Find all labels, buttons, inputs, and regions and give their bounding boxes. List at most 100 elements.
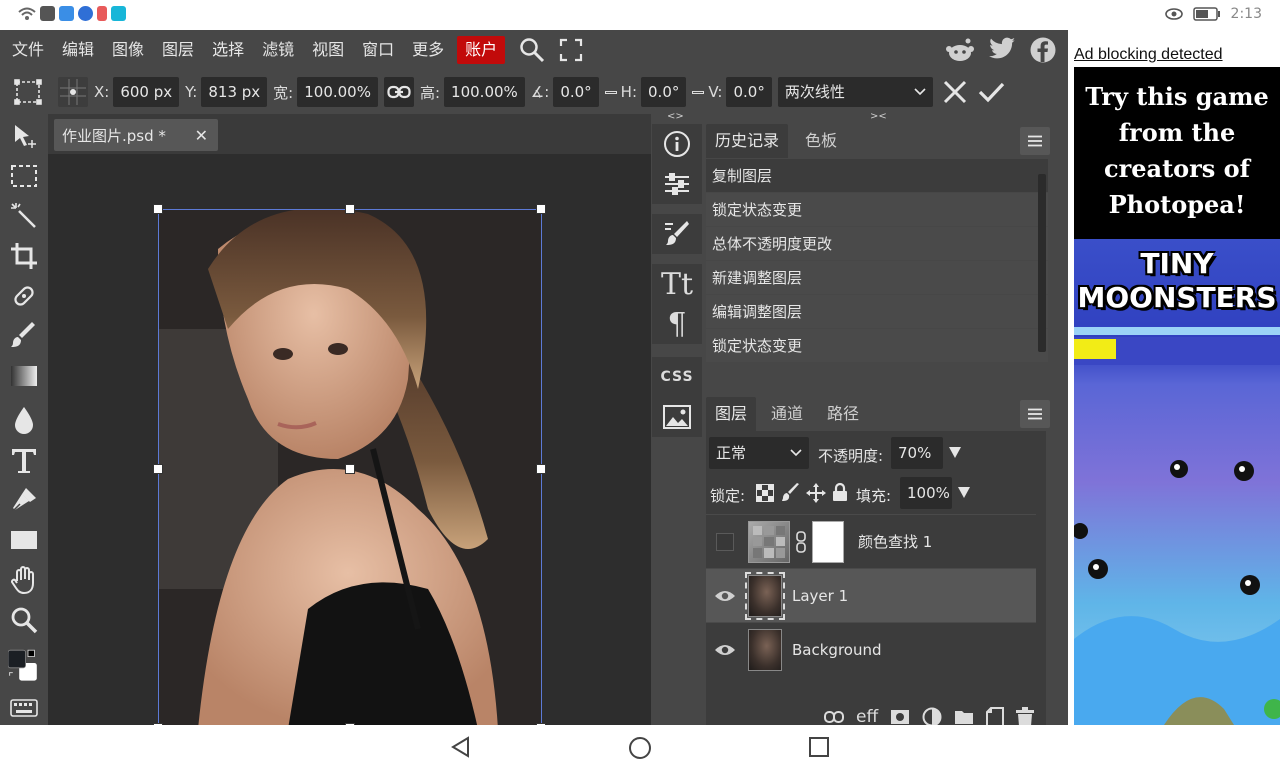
y-input[interactable]: 813 px: [201, 77, 268, 107]
visibility-toggle[interactable]: [710, 532, 740, 551]
collapse-strip-toggle[interactable]: <>: [667, 111, 684, 122]
magic-wand-tool-icon[interactable]: [8, 200, 40, 232]
hand-tool-icon[interactable]: [8, 564, 40, 596]
tab-layers[interactable]: 图层: [706, 397, 757, 431]
reddit-icon[interactable]: [946, 37, 974, 63]
layer-effects-icon[interactable]: eff: [856, 707, 878, 727]
close-icon[interactable]: ✕: [195, 126, 208, 145]
shape-tool-icon[interactable]: [8, 524, 40, 556]
menu-edit[interactable]: 编辑: [53, 30, 103, 70]
opacity-input[interactable]: 70%: [891, 437, 943, 469]
history-scrollbar[interactable]: [1038, 174, 1046, 352]
handle-center[interactable]: [345, 464, 355, 474]
handle-top[interactable]: [345, 204, 355, 214]
layer-row-layer1[interactable]: Layer 1: [706, 568, 1036, 622]
search-icon[interactable]: [519, 37, 545, 63]
info-icon[interactable]: [652, 124, 702, 164]
paragraph-icon[interactable]: ¶: [652, 304, 702, 344]
adjustment-layer-icon[interactable]: [922, 707, 942, 727]
handle-right[interactable]: [536, 464, 546, 474]
link-layers-icon[interactable]: [824, 711, 844, 723]
history-item[interactable]: 编辑调整图层: [706, 295, 1048, 329]
fill-input[interactable]: 100%: [900, 477, 952, 509]
back-icon[interactable]: [450, 736, 472, 758]
keyboard-icon[interactable]: [8, 692, 40, 724]
document-tab[interactable]: 作业图片.psd * ✕: [54, 119, 218, 151]
menu-filter[interactable]: 滤镜: [253, 30, 303, 70]
adjustments-icon[interactable]: [652, 164, 702, 204]
interpolation-select[interactable]: 两次线性: [777, 77, 933, 107]
image-icon[interactable]: [652, 397, 702, 437]
history-item[interactable]: 总体不透明度更改: [706, 227, 1048, 261]
blend-mode-select[interactable]: 正常: [709, 437, 809, 469]
lock-position-icon[interactable]: [806, 483, 826, 503]
v-skew-input[interactable]: 0.0°: [726, 77, 772, 107]
character-icon[interactable]: Tt: [652, 264, 702, 304]
layer-row-background[interactable]: Background: [706, 622, 1036, 676]
new-group-icon[interactable]: [954, 709, 974, 725]
tab-paths[interactable]: 路径: [818, 397, 868, 431]
menu-window[interactable]: 窗口: [353, 30, 403, 70]
history-item[interactable]: 复制图层: [706, 159, 1048, 193]
tab-history[interactable]: 历史记录: [706, 124, 789, 158]
crop-tool-icon[interactable]: [8, 240, 40, 272]
facebook-icon[interactable]: [1030, 37, 1056, 63]
css-icon[interactable]: CSS: [652, 357, 702, 397]
recents-icon[interactable]: [808, 736, 830, 758]
menu-image[interactable]: 图像: [103, 30, 153, 70]
twitter-icon[interactable]: [988, 37, 1016, 61]
history-menu-icon[interactable]: [1020, 127, 1050, 155]
height-input[interactable]: 100.00%: [444, 77, 525, 107]
tab-swatches[interactable]: 色板: [796, 124, 846, 158]
width-input[interactable]: 100.00%: [297, 77, 378, 107]
fullscreen-icon[interactable]: [559, 38, 583, 62]
menu-file[interactable]: 文件: [3, 30, 53, 70]
game-advertisement[interactable]: Try this game from the creators of Photo…: [1074, 67, 1280, 725]
healing-brush-tool-icon[interactable]: [8, 280, 40, 312]
pen-tool-icon[interactable]: [8, 484, 40, 516]
transform-tool-icon[interactable]: [14, 79, 42, 105]
layers-menu-icon[interactable]: [1020, 400, 1050, 428]
menu-view[interactable]: 视图: [303, 30, 353, 70]
link-proportions-button[interactable]: [383, 77, 414, 107]
reference-point-button[interactable]: [58, 77, 88, 107]
opacity-dropdown-icon[interactable]: [949, 447, 961, 458]
commit-transform-icon[interactable]: [977, 80, 1005, 104]
collapse-panels-toggle[interactable]: ><: [870, 111, 887, 122]
handle-top-left[interactable]: [153, 204, 163, 214]
marquee-tool-icon[interactable]: [8, 160, 40, 192]
add-mask-icon[interactable]: [890, 709, 910, 725]
lock-transparency-icon[interactable]: [756, 484, 774, 502]
brush-settings-icon[interactable]: [652, 214, 702, 254]
chain-link-icon[interactable]: [794, 530, 808, 553]
brush-tool-icon[interactable]: [8, 320, 40, 352]
angle-input[interactable]: 0.0°: [553, 77, 599, 107]
handle-left[interactable]: [153, 464, 163, 474]
handle-top-right[interactable]: [536, 204, 546, 214]
lock-all-icon[interactable]: [832, 482, 848, 502]
move-tool-icon[interactable]: [8, 120, 40, 152]
fill-dropdown-icon[interactable]: [958, 487, 970, 498]
tab-channels[interactable]: 通道: [762, 397, 812, 431]
gradient-tool-icon[interactable]: [8, 360, 40, 392]
visibility-toggle[interactable]: [710, 643, 740, 657]
new-layer-icon[interactable]: [986, 707, 1005, 727]
zoom-tool-icon[interactable]: [8, 604, 40, 636]
menu-account[interactable]: 账户: [457, 36, 506, 64]
delete-layer-icon[interactable]: [1016, 707, 1035, 727]
history-item[interactable]: 新建调整图层: [706, 261, 1048, 295]
menu-more[interactable]: 更多: [403, 30, 453, 70]
lock-pixels-icon[interactable]: [782, 483, 800, 503]
ad-blocking-link[interactable]: Ad blocking detected: [1074, 46, 1223, 64]
home-icon[interactable]: [628, 736, 652, 760]
h-skew-input[interactable]: 0.0°: [641, 77, 687, 107]
history-item[interactable]: 锁定状态变更: [706, 193, 1048, 227]
transform-bounding-box[interactable]: [153, 204, 546, 733]
blur-tool-icon[interactable]: [8, 404, 40, 436]
menu-layer[interactable]: 图层: [153, 30, 203, 70]
cancel-transform-icon[interactable]: [941, 78, 969, 106]
color-swatches[interactable]: [8, 644, 40, 690]
x-input[interactable]: 600 px: [113, 77, 180, 107]
text-tool-icon[interactable]: [8, 444, 40, 476]
menu-select[interactable]: 选择: [203, 30, 253, 70]
